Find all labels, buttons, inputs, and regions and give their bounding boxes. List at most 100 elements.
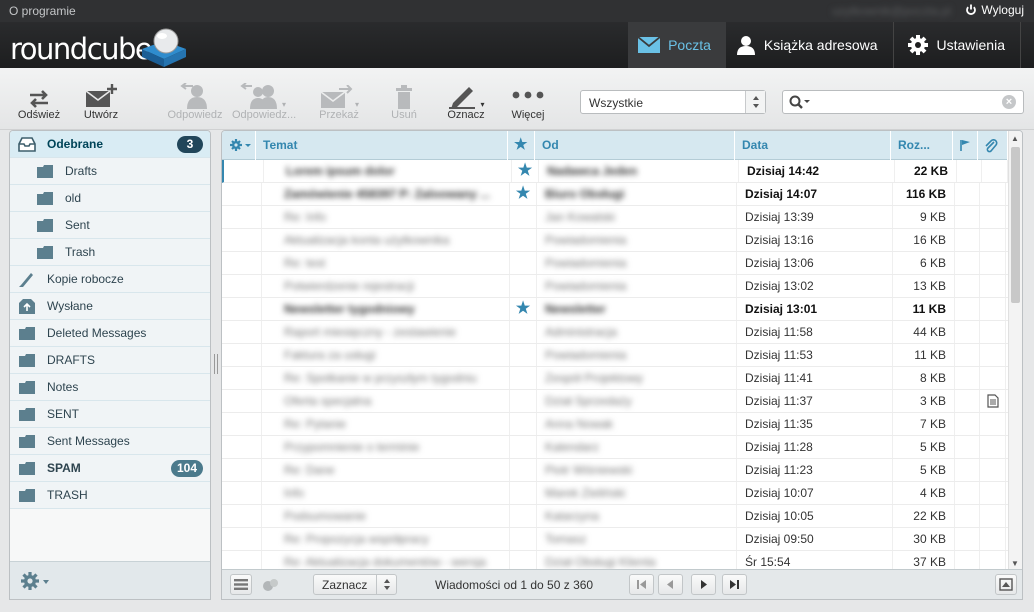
folder-item[interactable]: Sent: [10, 212, 210, 239]
folder-item[interactable]: Deleted Messages: [10, 320, 210, 347]
message-status-cell: [222, 459, 262, 481]
column-date[interactable]: Data: [735, 131, 891, 160]
flagged-star-icon[interactable]: ★: [516, 185, 530, 202]
message-row[interactable]: Newsletter tygodniowy ★ Newsletter Dzisiaj …: [222, 298, 1022, 321]
delete-button[interactable]: Usuń: [386, 81, 422, 121]
refresh-icon: [30, 90, 48, 108]
folder-item[interactable]: Sent Messages: [10, 428, 210, 455]
message-row[interactable]: Potwierdzenie rejestracji Powiadomienia Dz…: [222, 275, 1022, 298]
about-link[interactable]: O programie: [9, 4, 76, 18]
message-row[interactable]: Info Marek Zieliński Dzisiaj 10:07 4 KB: [222, 482, 1022, 505]
message-subject: Info: [262, 482, 510, 504]
forward-button[interactable]: ▾ Przekaż: [312, 81, 366, 121]
prev-page-button[interactable]: [658, 574, 683, 595]
folder-settings-gear-icon[interactable]: [19, 570, 53, 592]
select-menu[interactable]: Zaznacz: [313, 574, 397, 595]
folder-item[interactable]: Kopie robocze: [10, 266, 210, 293]
folder-item[interactable]: SENT: [10, 401, 210, 428]
message-row[interactable]: Aktualizacja konta użytkownika Powiadomie…: [222, 229, 1022, 252]
column-size[interactable]: Roz...: [891, 131, 953, 160]
message-from-text: Powiadomienia: [545, 233, 627, 247]
message-from-text: Anna Nowak: [545, 417, 614, 431]
message-row[interactable]: Re: Propozycja współpracy Tomasz Dzisiaj 0…: [222, 528, 1022, 551]
nav-addressbook[interactable]: Książka adresowa: [726, 22, 893, 68]
scroll-thumb[interactable]: [1011, 147, 1020, 303]
list-scrollbar[interactable]: ▲ ▼: [1008, 131, 1022, 571]
reply-icon: [180, 83, 207, 109]
message-subject: Re: Pytanie: [262, 413, 510, 435]
reply-all-dropdown-icon[interactable]: ▾: [282, 100, 286, 109]
folder-item[interactable]: Odebrane 3: [10, 131, 210, 158]
flagged-star-icon[interactable]: ★: [518, 162, 532, 179]
list-mode-button[interactable]: [230, 574, 252, 595]
scroll-up-icon[interactable]: ▲: [1011, 134, 1019, 143]
column-followup[interactable]: [953, 131, 978, 160]
message-row[interactable]: Podsumowanie Katarzyna Dzisiaj 10:05 22 KB: [222, 505, 1022, 528]
message-row[interactable]: Raport miesięczny - zestawienie Administr…: [222, 321, 1022, 344]
folder-item[interactable]: Wysłane: [10, 293, 210, 320]
message-from-text: Dział Obsługi Klienta: [545, 555, 656, 569]
attachment-file-icon: [987, 394, 999, 408]
list-header: Temat ★ Od Data Roz...: [222, 131, 1022, 160]
folder-item[interactable]: Trash: [10, 239, 210, 266]
column-flag[interactable]: ★: [508, 131, 535, 160]
logout-button[interactable]: Wyloguj: [965, 3, 1024, 17]
message-subject-text: Re: Spotkanie w przyszłym tygodniu: [284, 371, 477, 385]
next-page-button[interactable]: [691, 574, 716, 595]
message-subject-text: Lorem ipsum dolor: [286, 164, 395, 178]
message-attachment-cell: [980, 528, 1006, 550]
list-options-button[interactable]: [222, 131, 256, 160]
logo[interactable]: roundcube: [10, 35, 153, 64]
threads-icon[interactable]: [262, 578, 280, 595]
message-date: Dzisiaj 11:23: [737, 459, 893, 481]
message-subject-text: Raport miesięczny - zestawienie: [284, 325, 457, 339]
scroll-down-icon[interactable]: ▼: [1011, 559, 1019, 568]
folder-item[interactable]: SPAM 104: [10, 455, 210, 482]
flag-icon: [960, 140, 970, 151]
more-button[interactable]: Więcej: [506, 81, 550, 121]
folder-item[interactable]: Notes: [10, 374, 210, 401]
search-icon[interactable]: [789, 95, 811, 109]
filter-select[interactable]: Wszystkie: [580, 90, 766, 114]
folder-icon: [18, 325, 36, 341]
message-row[interactable]: Re: Dane Piotr Wiśniewski Dzisiaj 11:23 5 K…: [222, 459, 1022, 482]
message-row[interactable]: Re: Info Jan Kowalski Dzisiaj 13:39 9 KB: [222, 206, 1022, 229]
message-row[interactable]: Re: test Powiadomienia Dzisiaj 13:06 6 KB: [222, 252, 1022, 275]
message-subject-text: Re: test: [284, 256, 326, 270]
message-followup-cell: [955, 482, 980, 504]
first-page-button[interactable]: [629, 574, 654, 595]
compose-button[interactable]: Utwórz: [80, 81, 122, 121]
folder-item[interactable]: DRAFTS: [10, 347, 210, 374]
clear-search-icon[interactable]: ×: [1002, 95, 1016, 109]
search-input[interactable]: [813, 93, 993, 111]
column-subject[interactable]: Temat: [256, 131, 508, 160]
reply-all-button[interactable]: ▾ Odpowiedz...: [232, 81, 296, 121]
message-flag-cell: ★: [512, 160, 539, 182]
nav-mail[interactable]: Poczta: [628, 22, 726, 68]
folder-label: Drafts: [65, 164, 98, 178]
folder-item[interactable]: TRASH: [10, 482, 210, 509]
last-page-button[interactable]: [722, 574, 747, 595]
folder-item[interactable]: Drafts: [10, 158, 210, 185]
message-date: Dzisiaj 11:53: [737, 344, 893, 366]
flagged-star-icon[interactable]: ★: [516, 300, 530, 317]
message-row[interactable]: Re: Spotkanie w przyszłym tygodniu Zespół…: [222, 367, 1022, 390]
column-attachment[interactable]: [978, 131, 1008, 160]
message-row[interactable]: Oferta specjalna Dział Sprzedaży Dzisiaj 1…: [222, 390, 1022, 413]
reply-button[interactable]: Odpowiedz: [164, 81, 226, 121]
message-row[interactable]: Lorem ipsum dolor ★ Nadawca Jeden Dzisiaj 1…: [222, 160, 1022, 183]
column-from[interactable]: Od: [535, 131, 735, 160]
message-row[interactable]: Re: Pytanie Anna Nowak Dzisiaj 11:35 7 KB: [222, 413, 1022, 436]
mark-button[interactable]: ▾ Oznacz: [442, 81, 490, 121]
toggle-preview-button[interactable]: [995, 574, 1017, 595]
nav-settings[interactable]: Ustawienia: [907, 22, 1020, 68]
message-row[interactable]: Faktura za usługi Powiadomienia Dzisiaj 11…: [222, 344, 1022, 367]
pane-splitter[interactable]: [214, 354, 218, 374]
mark-dropdown-icon[interactable]: ▾: [480, 100, 484, 109]
message-row[interactable]: Przypomnienie o terminie Kalendarz Dzisiaj…: [222, 436, 1022, 459]
message-row[interactable]: Zamówienie 458397 P: Zaloowany ... ★ Biuro…: [222, 183, 1022, 206]
forward-dropdown-icon[interactable]: ▾: [355, 100, 359, 109]
folder-item[interactable]: old: [10, 185, 210, 212]
refresh-button[interactable]: Odśwież: [14, 81, 64, 121]
main-nav: Poczta Książka adresowa Ustawienia: [628, 22, 1034, 68]
